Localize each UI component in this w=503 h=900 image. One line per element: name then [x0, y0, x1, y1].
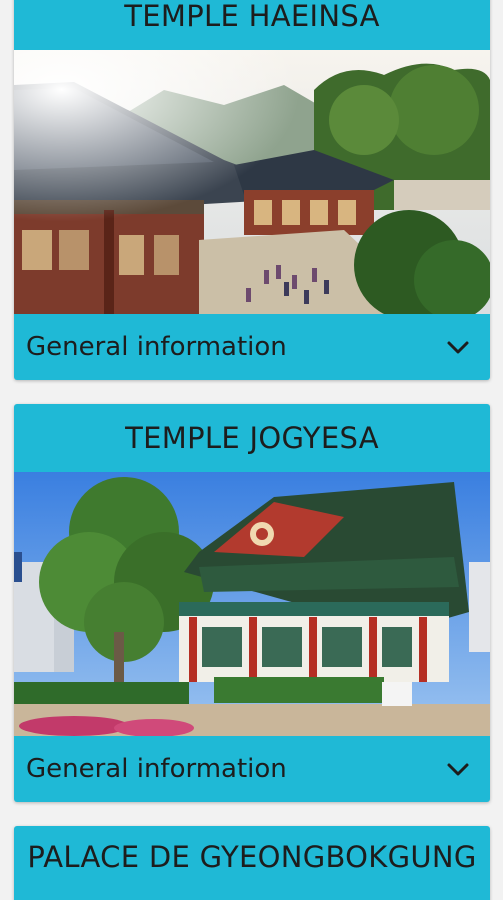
- attraction-card-jogyesa[interactable]: TEMPLE JOGYESA General information: [14, 404, 490, 802]
- general-information-label: General information: [26, 332, 287, 362]
- temple-jogyesa-photo: [14, 472, 490, 736]
- general-information-toggle[interactable]: General information: [14, 314, 490, 380]
- card-title: TEMPLE JOGYESA: [125, 421, 379, 455]
- attraction-card-haeinsa[interactable]: TEMPLE HAEINSA General information: [14, 0, 490, 380]
- general-information-label: General information: [26, 754, 287, 784]
- card-title: TEMPLE HAEINSA: [124, 0, 380, 33]
- attraction-card-gyeongbokgung[interactable]: PALACE DE GYEONGBOKGUNG: [14, 826, 490, 900]
- chevron-down-icon: [447, 341, 469, 354]
- attractions-list[interactable]: TEMPLE HAEINSA General information TEMPL…: [0, 0, 503, 900]
- general-information-toggle[interactable]: General information: [14, 736, 490, 802]
- chevron-down-icon: [447, 763, 469, 776]
- card-title: PALACE DE GYEONGBOKGUNG: [27, 840, 477, 874]
- temple-haeinsa-photo: [14, 50, 490, 314]
